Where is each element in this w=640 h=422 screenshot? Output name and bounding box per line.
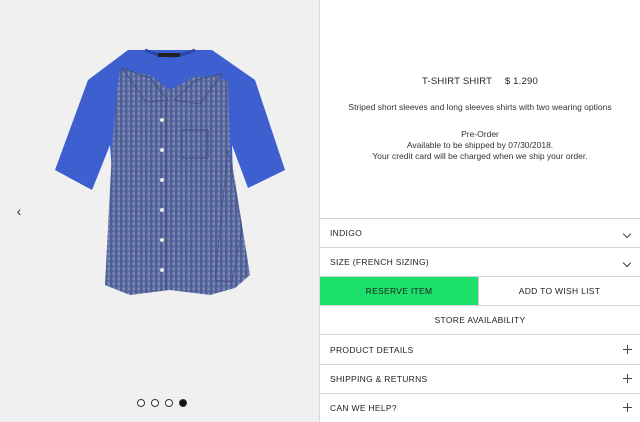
preorder-info: Pre-Order Available to be shipped by 07/… [320, 129, 640, 162]
size-select[interactable]: SIZE (FRENCH SIZING) [320, 247, 640, 276]
product-title-line: T-SHIRT SHIRT $ 1.290 [320, 76, 640, 87]
purchase-actions: RESERVE ITEM ADD TO WISH LIST [320, 276, 640, 305]
color-select[interactable]: INDIGO [320, 218, 640, 247]
chevron-down-icon [614, 255, 640, 269]
preorder-charge-note: Your credit card will be charged when we… [372, 151, 588, 161]
chevron-left-icon[interactable]: ‹ [12, 202, 26, 220]
plus-icon [614, 372, 640, 386]
accordion-can-we-help[interactable]: CAN WE HELP? [320, 393, 640, 422]
product-price: $ 1.290 [504, 76, 538, 87]
carousel-dot-3[interactable] [165, 399, 173, 407]
preorder-title: Pre-Order [461, 129, 499, 139]
accordion-shipping-returns-label: SHIPPING & RETURNS [330, 374, 428, 384]
store-availability-label: STORE AVAILABILITY [434, 315, 526, 325]
size-select-label: SIZE (FRENCH SIZING) [330, 257, 430, 267]
color-select-value: INDIGO [330, 228, 363, 238]
product-info-panel: T-SHIRT SHIRT $ 1.290 Striped short slee… [320, 0, 640, 422]
accordion-product-details[interactable]: PRODUCT DETAILS [320, 334, 640, 364]
preorder-ship-date: Available to be shipped by 07/30/2018. [406, 140, 554, 150]
accordion-can-we-help-label: CAN WE HELP? [330, 403, 397, 413]
plus-icon [614, 401, 640, 415]
carousel-dot-2[interactable] [151, 399, 159, 407]
carousel-dot-1[interactable] [137, 399, 145, 407]
carousel-dots [137, 399, 187, 407]
product-gallery: ‹ [0, 0, 320, 422]
chevron-down-icon [614, 226, 640, 240]
reserve-item-button[interactable]: RESERVE ITEM [320, 277, 478, 305]
accordion-product-details-label: PRODUCT DETAILS [330, 344, 414, 355]
carousel-dot-4[interactable] [179, 399, 187, 407]
product-description: Striped short sleeves and long sleeves s… [348, 102, 612, 112]
plus-icon [614, 343, 640, 357]
add-to-wishlist-button[interactable]: ADD TO WISH LIST [478, 277, 640, 305]
store-availability-button[interactable]: STORE AVAILABILITY [320, 305, 640, 334]
product-summary: T-SHIRT SHIRT $ 1.290 Striped short slee… [320, 0, 640, 218]
accordion-shipping-returns[interactable]: SHIPPING & RETURNS [320, 364, 640, 393]
product-name: T-SHIRT SHIRT [422, 76, 493, 87]
product-image [55, 48, 285, 295]
